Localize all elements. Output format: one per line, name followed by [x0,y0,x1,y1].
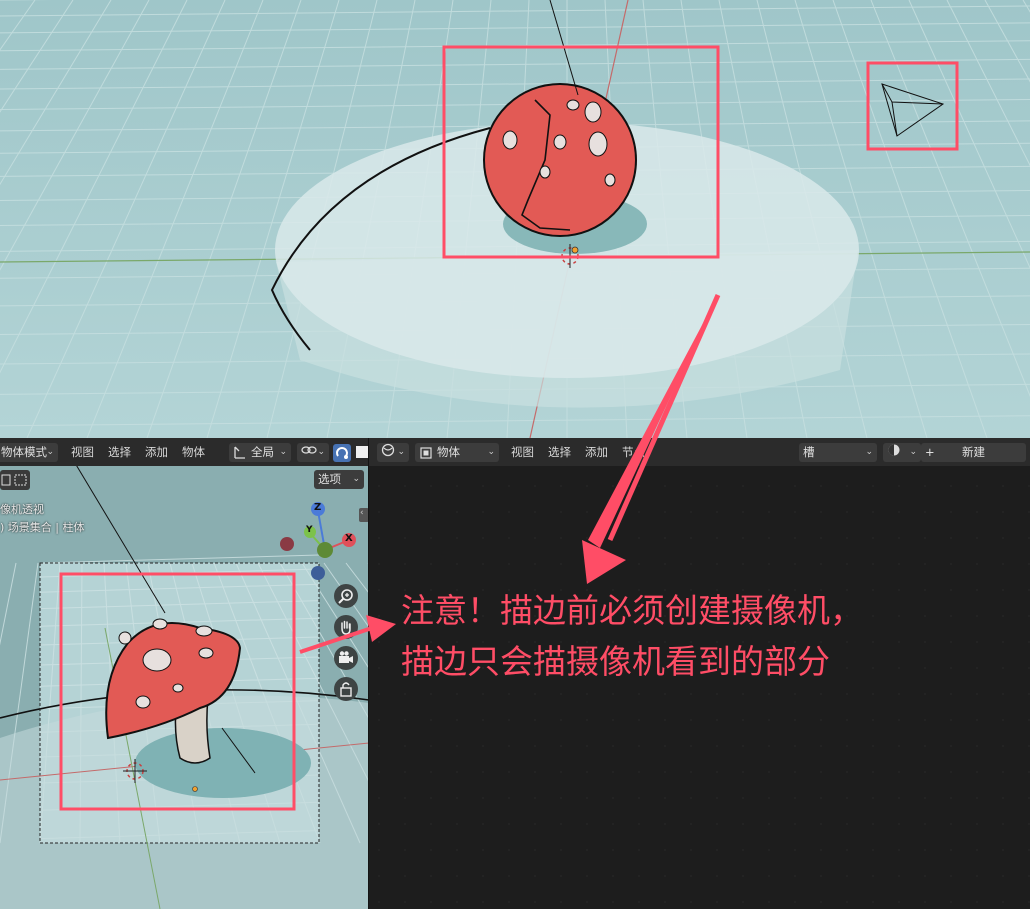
material-slot-dropdown[interactable]: 槽 ⌄ [799,443,877,462]
top-3d-viewport[interactable] [0,0,1030,438]
view-name-label: 像机透视 [0,503,44,516]
camera-viewport-header: 物体模式 ⌄ 视图 选择 添加 物体 全局 ⌄ ⌄ [0,438,369,466]
link-icon [301,446,317,460]
material-sphere-icon [888,444,900,456]
top-viewport-scene [0,0,1030,438]
gizmo-x-label: X [345,533,353,544]
menu-object[interactable]: 物体 [182,438,205,466]
new-material-label: 新建 [962,445,985,459]
mushroom-top-view [483,83,637,237]
new-material-button[interactable]: + 新建 [921,443,1026,462]
collection-label: ) 场景集合 | 柱体 [0,521,85,534]
node-menu-add[interactable]: 添加 [585,438,608,466]
node-menu-view[interactable]: 视图 [511,438,534,466]
chevron-down-icon: ⌄ [317,447,325,457]
node-menu-node[interactable]: 节点 [622,438,645,466]
chevron-down-icon: ⌄ [352,474,360,484]
callout-line-2: 描边只会描摄像机看到的部分 [401,642,830,681]
transform-orientation-label: 全局 [251,445,274,459]
select-mode-buttons[interactable] [0,470,30,490]
callout-line-1: 注意！描边前必须创建摄像机， [401,591,863,630]
hand-pan-icon [341,620,351,635]
gizmo-z-label: Z [314,502,322,513]
node-editor-canvas [378,485,1030,903]
chevron-down-icon: ⌄ [865,447,873,457]
shader-editor-icon [381,443,395,457]
plus-icon: + [925,445,935,459]
pivot-dropdown[interactable]: ⌄ [297,443,329,462]
node-menu-select[interactable]: 选择 [548,438,571,466]
material-slot-label: 槽 [803,445,815,459]
chevron-down-icon: ⌄ [909,447,917,457]
options-dropdown[interactable]: 选项 ⌄ [314,470,364,489]
navigation-gizmo[interactable]: Z Y X [275,501,365,581]
zoom-button[interactable] [334,584,358,608]
pan-button[interactable] [334,615,358,639]
lock-camera-button[interactable] [334,677,358,701]
camera-icon [339,651,353,663]
shader-editor-header: ⌄ 物体 ⌄ 视图 选择 添加 节点 槽 ⌄ ⌄ + 新建 [369,438,1030,466]
chevron-down-icon: ⌄ [487,447,495,457]
snap-toggle[interactable] [333,444,351,462]
chevron-down-icon: ⌄ [46,447,54,457]
menu-view[interactable]: 视图 [71,438,94,466]
camera-3d-viewport[interactable]: 物体模式 ⌄ 视图 选择 添加 物体 全局 ⌄ ⌄ 选项 ⌄ ‹ 像机透视) … [0,438,369,909]
gizmo-y-label: Y [306,525,313,535]
chevron-down-icon: ⌄ [397,447,405,457]
material-browse-dropdown[interactable]: ⌄ [883,443,921,462]
mode-dropdown-label: 物体模式 [1,445,47,459]
mode-dropdown[interactable]: 物体模式 ⌄ [0,443,58,462]
menu-select[interactable]: 选择 [108,438,131,466]
object-icon [420,446,432,465]
options-label: 选项 [318,472,341,486]
shader-type-dropdown[interactable]: 物体 ⌄ [415,443,499,462]
shader-type-label: 物体 [437,445,460,459]
transform-orientation-dropdown[interactable]: 全局 ⌄ [229,443,291,462]
menu-add[interactable]: 添加 [145,438,168,466]
proportional-edit-toggle[interactable] [356,446,368,458]
lock-icon [340,682,352,697]
magnet-icon [336,447,348,459]
zoom-icon [338,589,353,604]
transform-orientation-icon [233,443,247,467]
camera-view-button[interactable] [334,646,358,670]
editor-type-dropdown[interactable]: ⌄ [377,443,409,462]
select-box-icon [1,474,27,486]
chevron-down-icon: ⌄ [279,447,287,457]
